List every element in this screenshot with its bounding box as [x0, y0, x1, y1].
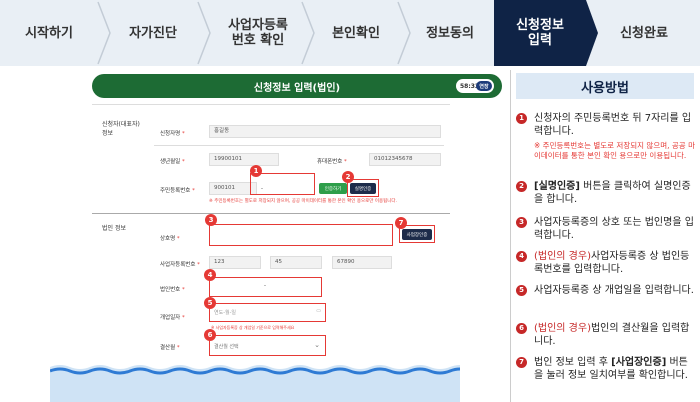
bizno-field-2[interactable]: 45	[270, 256, 322, 269]
guide-item-4: 4 (법인의 경우)사업자등록증 상 법인등록번호를 입력합니다.	[516, 250, 696, 276]
form-header: 신청정보 입력(법인) 58:33 연장	[92, 74, 502, 98]
applicant-section-title: 신청자(대표자) 정보	[102, 121, 140, 137]
corp-section-title: 법인 정보	[102, 225, 126, 232]
opendate-note: ※ 사업자등록증 상 개업일 기준으로 입력해주세요	[211, 325, 295, 330]
guide-item-5: 5 사업자등록증 상 개업일을 입력합니다.	[516, 284, 696, 297]
guide-item-2: 2 [실명인증] 버튼을 클릭하여 실명인증을 합니다.	[516, 180, 696, 206]
marker-5: 5	[204, 297, 216, 309]
fiscal-label: 결산월 *	[160, 345, 180, 351]
wave-decoration	[50, 365, 460, 402]
marker-4: 4	[204, 269, 216, 281]
realname-highlight	[347, 179, 379, 197]
bizno-label: 사업자등록번호 *	[160, 262, 200, 268]
marker-2: 2	[342, 171, 354, 183]
birth-field[interactable]: 19900101	[209, 153, 279, 166]
phone-label: 휴대폰번호 *	[317, 159, 347, 165]
usage-guide-panel: 사용방법 1 신청자의 주민등록번호 뒤 7자리를 입력합니다. ※ 주민등록번…	[510, 70, 700, 402]
form-title: 신청정보 입력(법인)	[253, 82, 341, 94]
marker-1: 1	[250, 165, 262, 177]
session-timer: 58:33 연장	[456, 79, 494, 93]
opendate-field[interactable]: 연도-월-일 ▭	[209, 303, 326, 322]
guide-number-badge: 4	[516, 251, 527, 262]
company-label: 상호명 *	[160, 236, 180, 242]
guide-item-6: 6 (법인의 경우)법인의 결산월을 입력합니다.	[516, 322, 696, 348]
fiscal-month-select[interactable]: 결산월 선택 ⌄	[209, 335, 326, 356]
step-chevrons	[97, 0, 598, 66]
guide-item-1: 1 신청자의 주민등록번호 뒤 7자리를 입력합니다. ※ 주민등록번호는 별도…	[516, 112, 696, 161]
extend-button[interactable]: 연장	[476, 81, 492, 91]
verify-button[interactable]: 인증하기	[319, 183, 347, 194]
bizno-field-1[interactable]: 123	[209, 256, 261, 269]
marker-3: 3	[205, 214, 217, 226]
birth-label: 생년월일 *	[160, 159, 185, 165]
guide-number-badge: 7	[516, 357, 527, 368]
bizno-field-3[interactable]: 67890	[332, 256, 392, 269]
name-field[interactable]: 홍길동	[209, 125, 441, 138]
opendate-label: 개업일자 *	[160, 315, 185, 321]
chevron-down-icon: ⌄	[314, 341, 320, 349]
corpno-separator: -	[264, 283, 266, 289]
guide-item-7: 7 법인 정보 입력 후 [사업장인증] 버튼을 눌러 정보 일치여부를 확인합…	[516, 356, 696, 382]
rrn-label: 주민등록번호 *	[160, 188, 195, 194]
marker-6: 6	[204, 329, 216, 341]
guide-number-badge: 5	[516, 285, 527, 296]
guide-title: 사용방법	[516, 73, 694, 99]
guide-number-badge: 2	[516, 181, 527, 192]
guide-number-badge: 6	[516, 323, 527, 334]
guide-sub-note: ※ 주민등록번호는 별도로 저장되지 않으며, 공공 마이데이터를 통한 본인 …	[534, 141, 695, 160]
phone-field[interactable]: 01012345678	[369, 153, 441, 166]
name-label: 신청자명 *	[160, 131, 185, 137]
marker-7: 7	[395, 217, 407, 229]
company-name-field[interactable]	[209, 224, 393, 246]
divider	[92, 213, 450, 214]
step-progress-bar: 시작하기 자가진단 사업자등록 번호 확인 본인확인 정보동의 신청정보 입력 …	[0, 0, 700, 66]
guide-number-badge: 1	[516, 113, 527, 124]
divider	[154, 145, 444, 146]
application-form: 신청자(대표자) 정보 신청자명 * 홍길동 생년월일 * 19900101 휴…	[92, 104, 450, 374]
guide-number-badge: 3	[516, 217, 527, 228]
corpno-label: 법인번호 *	[160, 287, 185, 293]
rrn-note: ※ 주민등록번호는 별도로 저장되지 않으며, 공공 마이데이터를 통한 본인 …	[209, 199, 397, 204]
rrn-back-field[interactable]	[250, 173, 315, 195]
guide-item-3: 3 사업자등록증의 상호 또는 법인명을 입력합니다.	[516, 216, 696, 242]
